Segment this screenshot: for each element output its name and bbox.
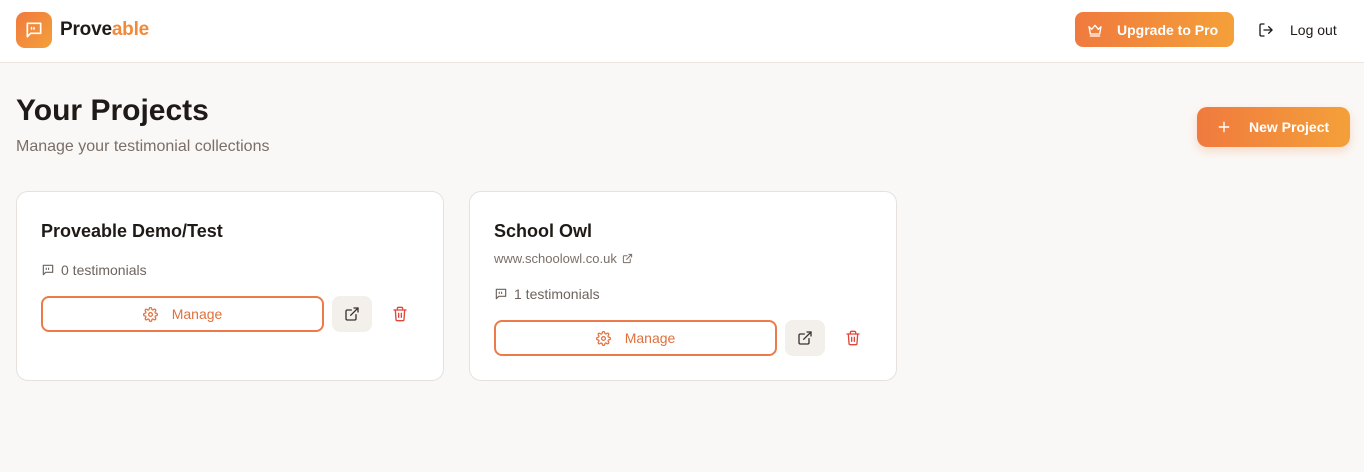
upgrade-label: Upgrade to Pro xyxy=(1117,21,1219,38)
manage-button[interactable]: Manage xyxy=(494,320,777,356)
gear-icon xyxy=(595,330,611,346)
crown-icon xyxy=(1087,22,1103,38)
testimonial-count-label: 0 testimonials xyxy=(61,262,147,278)
brand-name-part2: able xyxy=(111,19,150,40)
message-quote-icon xyxy=(494,287,508,301)
manage-label: Manage xyxy=(171,306,223,322)
external-link-icon xyxy=(344,306,360,322)
project-url: www.schoolowl.co.uk xyxy=(494,251,617,266)
external-link-icon xyxy=(622,253,633,264)
testimonial-count: 0 testimonials xyxy=(41,262,147,278)
brand-name-part1: Prove xyxy=(60,19,112,40)
logout-button[interactable]: Log out xyxy=(1250,12,1350,47)
project-name: Proveable Demo/Test xyxy=(41,221,223,241)
trash-icon xyxy=(392,306,408,322)
top-navbar: Proveable Upgrade to Pro Log out xyxy=(0,0,1364,63)
external-link-icon xyxy=(797,330,813,346)
delete-project-button[interactable] xyxy=(837,320,869,356)
testimonial-count-label: 1 testimonials xyxy=(514,286,600,302)
open-external-button[interactable] xyxy=(785,320,825,356)
message-quote-icon[interactable] xyxy=(16,12,52,48)
plus-icon xyxy=(1217,120,1231,134)
gear-icon xyxy=(142,306,158,322)
new-project-label: New Project xyxy=(1249,119,1330,135)
new-project-button[interactable]: New Project xyxy=(1197,107,1350,147)
project-card: Proveable Demo/Test 0 testimonials Manag… xyxy=(16,191,444,381)
logout-label: Log out xyxy=(1290,21,1337,38)
logout-icon xyxy=(1258,22,1274,38)
manage-label: Manage xyxy=(624,330,676,346)
open-external-button[interactable] xyxy=(332,296,372,332)
project-card: School Owl www.schoolowl.co.uk 1 testimo… xyxy=(469,191,897,381)
delete-project-button[interactable] xyxy=(384,296,416,332)
trash-icon xyxy=(845,330,861,346)
project-name: School Owl xyxy=(494,221,593,241)
upgrade-to-pro-button[interactable]: Upgrade to Pro xyxy=(1075,12,1234,47)
brand-logo-text[interactable]: Proveable xyxy=(60,19,149,41)
page-subtitle: Manage your testimonial collections xyxy=(16,138,270,155)
testimonial-count: 1 testimonials xyxy=(494,286,600,302)
message-quote-icon xyxy=(41,263,55,277)
manage-button[interactable]: Manage xyxy=(41,296,324,332)
project-url-link[interactable]: www.schoolowl.co.uk xyxy=(494,251,633,266)
page-title: Your Projects xyxy=(16,94,209,127)
